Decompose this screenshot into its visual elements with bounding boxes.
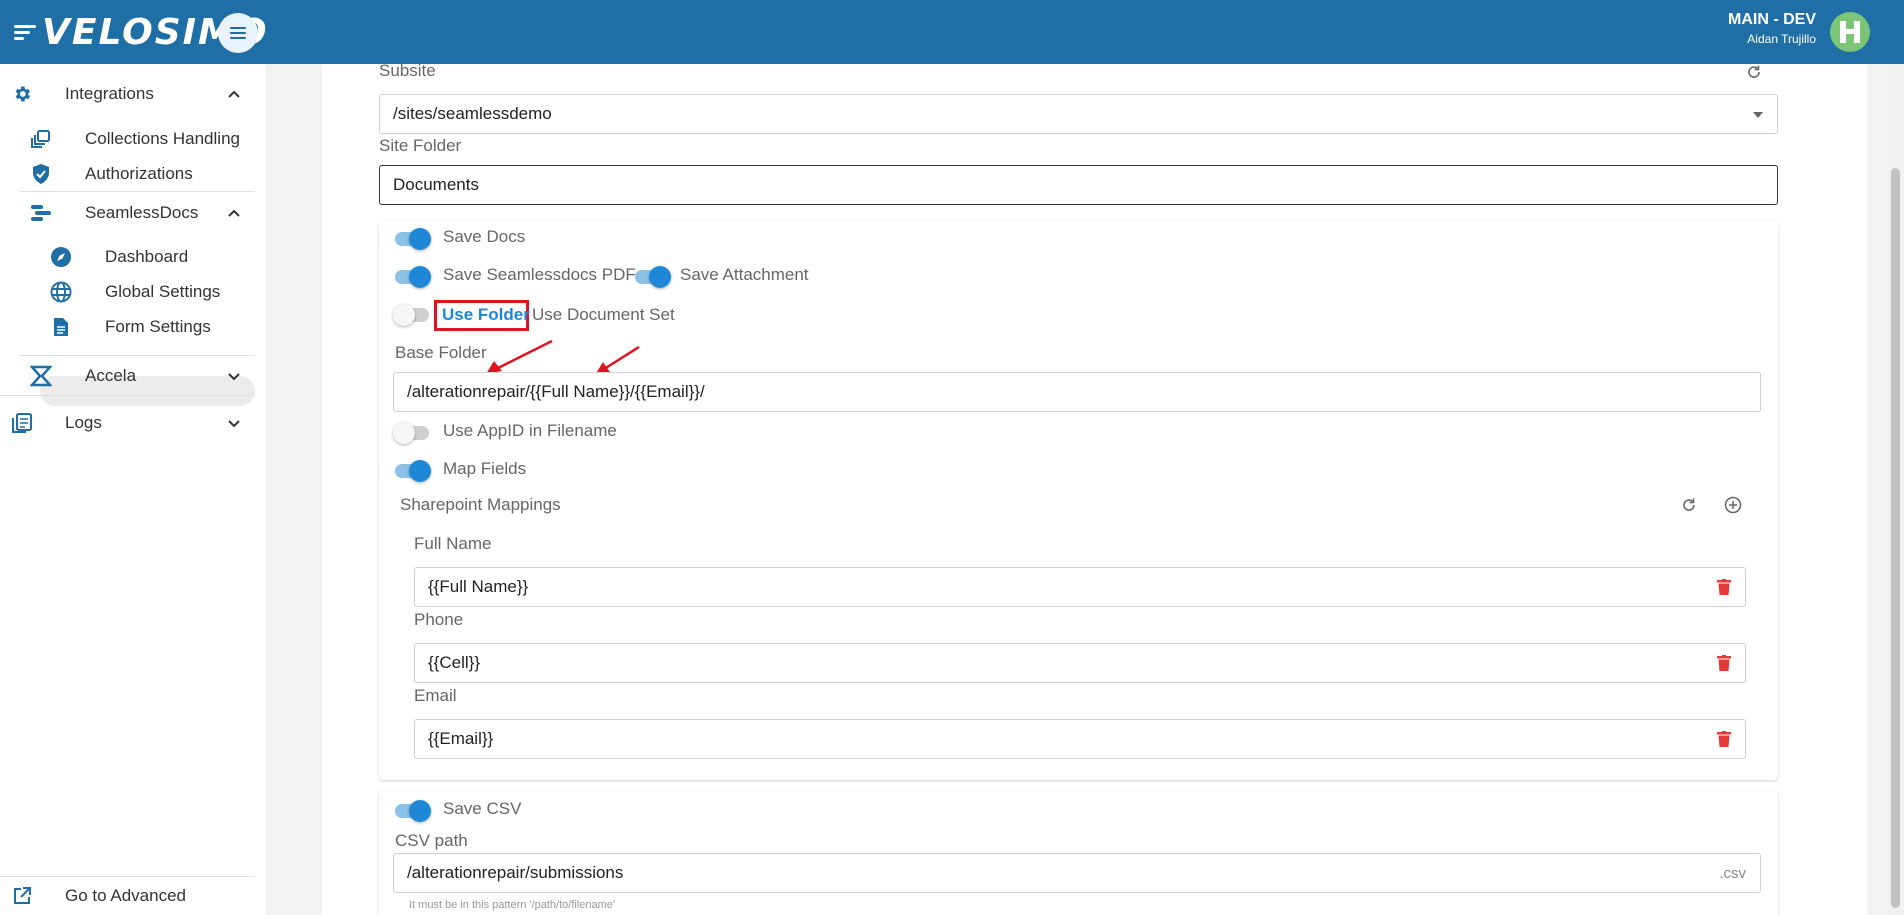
base-folder-input[interactable]: /alterationrepair/{{Full Name}}/{{Email}… [393,372,1761,412]
divider [20,191,255,192]
gear-icon [11,83,33,105]
mapping-value: {{Email}} [428,729,494,748]
docs-settings-card: Save Docs Save Seamlessdocs PDF Save Att… [379,221,1778,780]
sidebar-item-integrations[interactable]: Integrations [0,79,255,109]
site-folder-input[interactable]: Documents [379,165,1778,205]
sidebar-item-label: Go to Advanced [65,886,186,905]
use-appid-in-filename-toggle[interactable] [393,422,431,444]
shield-check-icon [30,163,52,185]
refresh-icon[interactable] [1746,64,1762,80]
trash-icon[interactable] [1717,579,1731,595]
sidebar-item-label: Dashboard [105,247,189,266]
accela-icon [30,365,52,387]
sidebar-item-form-settings[interactable]: Form Settings [0,312,255,342]
sidebar-item-collections-handling[interactable]: Collections Handling [0,124,255,154]
mapping-input-email[interactable]: {{Email}} [414,719,1746,759]
dropdown-arrow-icon [1753,112,1763,118]
map-fields-label: Map Fields [443,459,527,478]
site-folder-value: Documents [393,175,479,194]
refresh-icon[interactable] [1681,497,1697,513]
mapping-value: {{Full Name}} [428,577,529,596]
go-to-advanced-link[interactable]: Go to Advanced [0,880,255,912]
sidebar: Integrations Collections Handling Author… [0,64,265,915]
sidebar-item-label: Collections Handling [85,129,240,148]
site-folder-label: Site Folder [379,136,462,155]
sidebar-item-label: Accela [85,366,137,385]
sidebar-item-logs[interactable]: Logs [0,406,255,440]
csv-path-hint: It must be in this pattern '/path/to/fil… [409,899,615,911]
environment-name: MAIN - DEV [1728,11,1816,28]
map-fields-toggle[interactable] [393,460,431,482]
compass-icon [50,246,72,268]
save-csv-toggle[interactable] [393,800,431,822]
sidebar-item-seamlessdocs[interactable]: SeamlessDocs [0,198,255,228]
add-mapping-icon[interactable] [1724,496,1742,514]
divider [0,395,255,396]
csv-path-value: /alterationrepair/submissions [407,863,624,882]
menu-toggle-button[interactable] [218,13,258,53]
external-link-icon [11,885,33,907]
mapping-label: Phone [414,610,464,629]
hamburger-icon [230,27,246,39]
mapping-label: Email [414,686,457,705]
subsite-select[interactable]: /sites/seamlessdemo [379,94,1778,134]
document-icon [50,316,72,338]
divider [20,355,255,356]
csv-suffix: .csv [1719,864,1746,882]
sidebar-item-label: Logs [65,413,102,432]
chevron-up-icon[interactable] [227,206,241,220]
chevron-down-icon[interactable] [227,369,241,383]
sidebar-item-label: Integrations [65,84,154,103]
avatar-icon [1840,21,1860,43]
csv-path-input[interactable]: /alterationrepair/submissions .csv [393,853,1761,893]
sidebar-item-label: Form Settings [105,317,211,336]
sharepoint-mappings-label: Sharepoint Mappings [400,495,561,514]
use-document-set-option[interactable]: Use Document Set [532,305,675,325]
logo-speed-lines-icon [14,19,40,45]
sidebar-item-accela[interactable]: Accela [0,359,255,393]
divider [0,876,255,877]
use-appid-in-filename-label: Use AppID in Filename [443,421,617,440]
csv-path-label: CSV path [395,831,468,850]
trash-icon[interactable] [1717,731,1731,747]
chevron-up-icon[interactable] [227,87,241,101]
trash-icon[interactable] [1717,655,1731,671]
environment-info[interactable]: MAIN - DEV Aidan Trujillo [1728,11,1816,46]
save-seamlessdocs-pdf-label: Save Seamlessdocs PDF [443,265,636,284]
sidebar-item-authorizations[interactable]: Authorizations [0,159,255,189]
top-bar: VELOSIMO MAIN - DEV Aidan Trujillo [0,0,1904,64]
save-docs-label: Save Docs [443,227,526,246]
globe-icon [50,281,72,303]
form-settings-panel: Subsite /sites/seamlessdemo Site Folder … [322,61,1867,915]
csv-settings-card: Save CSV CSV path /alterationrepair/subm… [379,791,1778,915]
user-name: Aidan Trujillo [1747,32,1816,46]
use-folder-document-set-toggle[interactable] [393,304,431,326]
mapping-input-full-name[interactable]: {{Full Name}} [414,567,1746,607]
base-folder-value: /alterationrepair/{{Full Name}}/{{Email}… [407,382,705,401]
seamlessdocs-icon [30,202,52,224]
subsite-label: Subsite [379,61,436,80]
scrollbar-thumb[interactable] [1891,168,1900,908]
mapping-value: {{Cell}} [428,653,480,672]
logs-icon [11,412,33,434]
mapping-input-phone[interactable]: {{Cell}} [414,643,1746,683]
subsite-value: /sites/seamlessdemo [393,104,552,123]
save-attachment-toggle[interactable] [633,266,671,288]
avatar[interactable] [1830,12,1870,52]
base-folder-label: Base Folder [395,343,487,362]
sidebar-item-label: Authorizations [85,164,193,183]
sidebar-item-global-settings[interactable]: Global Settings [0,277,255,307]
save-seamlessdocs-pdf-toggle[interactable] [393,266,431,288]
collections-icon [30,128,52,150]
sidebar-item-label: Global Settings [105,282,221,301]
save-csv-label: Save CSV [443,799,522,818]
sidebar-item-label: SeamlessDocs [85,203,199,222]
sidebar-item-dashboard[interactable]: Dashboard [0,242,255,272]
save-docs-toggle[interactable] [393,228,431,250]
page-scrollbar[interactable] [1887,64,1904,915]
use-folder-option[interactable]: Use Folder [442,305,530,325]
chevron-down-icon[interactable] [227,416,241,430]
save-attachment-label: Save Attachment [680,265,809,284]
mapping-label: Full Name [414,534,492,553]
